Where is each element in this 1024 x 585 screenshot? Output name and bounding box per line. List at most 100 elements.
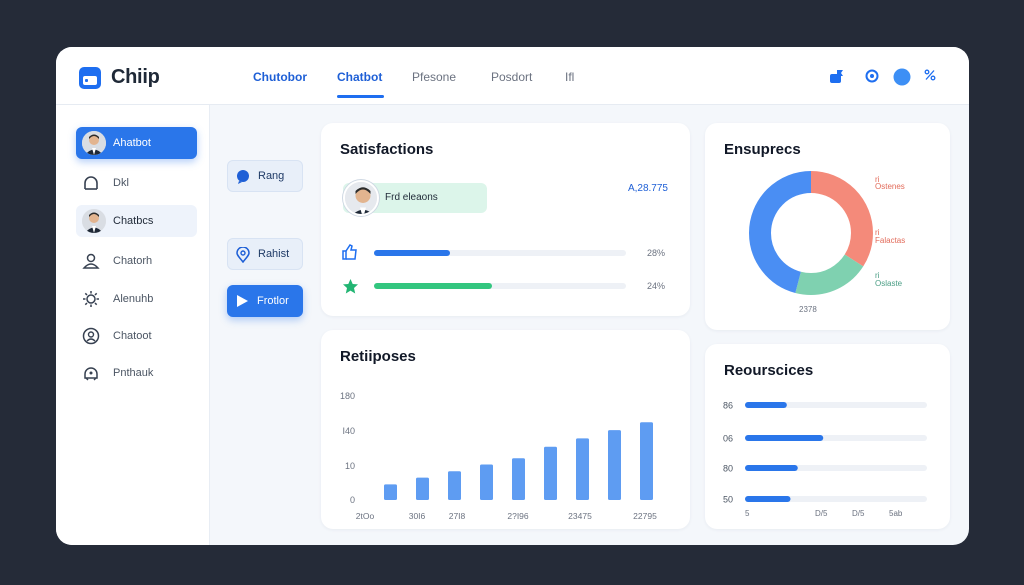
sidebar-item-dkl[interactable]: Dkl [76,167,197,199]
user-circle-icon[interactable] [893,68,911,86]
resource-row-label: 06 [723,434,733,444]
sidebar-item-chatbcs[interactable]: Chatbcs [76,205,197,237]
resources-card: Reourscices 86 06 80 50 5 D/5 D/5 5ab [705,344,950,529]
x-tick-label: 23475 [568,511,592,521]
active-tab-indicator [337,95,384,98]
y-tick-label: 0 [350,495,355,505]
bar [384,484,397,500]
settings-dot-icon[interactable] [864,68,880,84]
bar [416,477,429,500]
sidebar: Ahatbot Dkl Chatbcs Chatorh Alenuhb Chat… [56,105,210,545]
avatar [343,180,379,216]
sidebar-item-label: Dkl [113,177,129,189]
sidebar-item-label: Alenuhb [113,293,154,305]
location-icon [236,247,250,263]
sidebar-item-chatoot[interactable]: Chatoot [76,320,197,352]
responses-bar-chart: 0 10 I40 180 2tOo 30I6 27I8 2?I96 23475 22795 [340,391,657,521]
person-icon [82,253,100,269]
satisfaction-bar-2 [374,283,626,289]
rahist-button-label: Rahist [258,248,290,260]
bar [480,464,493,500]
resource-row-label: 80 [723,464,733,474]
resource-fill [745,496,791,502]
donut-label-3b: Oslaste [875,279,903,288]
resource-fill [745,465,798,471]
resource-x-label: D/5 [852,509,865,518]
y-tick-label: 180 [340,391,355,401]
y-tick-label: I40 [342,426,355,436]
satisfaction-bar-1 [374,250,626,256]
nav-tab-chutobor[interactable]: Chutobor [253,70,307,84]
flag-icon[interactable] [829,68,845,84]
donut-label-1b: Ostenes [875,182,905,191]
sidebar-item-alenuhb[interactable]: Alenuhb [76,283,197,315]
nav-tab-chatbot[interactable]: Chatbot [337,70,382,84]
satisfaction-bar-1-label: 28% [647,248,666,258]
x-tick-label: 2tOo [356,511,375,521]
gear-icon [83,291,99,307]
nav-tab-posdort[interactable]: Posdort [491,70,532,84]
resource-x-label: D/5 [815,509,828,518]
thumbs-up-icon [342,244,357,260]
play-icon [237,295,248,307]
sidebar-item-label: Chatbcs [113,215,154,227]
sidebar-item-ahatbot[interactable]: Ahatbot [76,127,197,159]
resource-x-label: 5 [745,509,750,518]
chat-bubble-icon [237,170,249,184]
sidebar-item-pnthauk[interactable]: Pnthauk [76,357,197,389]
donut-title: Ensuprecs [724,141,801,158]
x-tick-label: 2?I96 [507,511,529,521]
resource-fill [745,402,787,408]
resource-x-label: 5ab [889,509,903,518]
nav-tab-pfesone[interactable]: Pfesone [412,70,456,84]
satisfaction-bar-1-fill [374,250,450,256]
responses-card: Retiiposes 0 10 I40 180 2tOo 30I6 27I8 2?I96 234… [321,330,690,529]
face-icon [82,327,100,345]
nav-tab-ifl[interactable]: Ifl [565,70,574,84]
feedback-pill-label: Frd eleaons [385,192,438,203]
rahist-button[interactable]: Rahist [227,238,303,270]
sidebar-item-label: Chatoot [113,330,152,342]
donut-center-label: 2378 [799,305,817,314]
ensuprecs-card: Ensuprecs 2378 ri Ostenes ri Falactas ri… [705,123,950,330]
bar [608,430,621,500]
satisfaction-bar-2-fill [374,283,493,289]
bar [512,458,525,500]
satisfaction-value: A,28.775 [627,183,668,194]
x-tick-label: 30I6 [409,511,426,521]
sidebar-item-chatorh[interactable]: Chatorh [76,245,197,277]
bar [576,438,589,500]
satisfaction-card: Satisfactions Frd eleaons A,28.775 28% 2… [321,123,690,316]
avatar [82,209,106,233]
resources-bars: 86 06 80 50 5 D/5 D/5 5ab [723,401,927,518]
sidebar-item-label: Ahatbot [113,137,151,149]
app-logo-icon [79,67,101,89]
rang-button-label: Rang [258,170,285,182]
frotlor-button-label: Frotlor [257,295,289,307]
satisfaction-title: Satisfactions [340,141,434,158]
percent-icon[interactable] [924,68,936,82]
avatar [82,131,106,155]
bot-icon [84,367,98,381]
user-outline-icon [84,176,98,190]
sidebar-item-label: Pnthauk [113,367,154,379]
resource-row-label: 86 [723,401,733,411]
bar [640,422,653,500]
donut-chart [749,171,873,295]
resource-fill [745,435,824,441]
frotlor-button[interactable]: Frotlor [227,285,303,317]
top-bar: Chiip Chutobor Chatbot Pfesone Posdort I… [56,47,969,105]
bar [448,471,461,500]
bar [544,446,557,500]
x-tick-label: 22795 [633,511,657,521]
app-name: Chiip [111,66,160,88]
feedback-pill[interactable]: Frd eleaons [343,180,487,216]
y-tick-label: 10 [345,461,355,471]
donut-label-2b: Falactas [875,236,906,245]
x-tick-label: 27I8 [449,511,466,521]
app-window: Chiip Chutobor Chatbot Pfesone Posdort I… [56,47,969,545]
sidebar-item-label: Chatorh [113,255,153,267]
satisfaction-bar-2-label: 24% [647,281,666,291]
rang-button[interactable]: Rang [227,160,303,192]
resource-row-label: 50 [723,495,733,505]
